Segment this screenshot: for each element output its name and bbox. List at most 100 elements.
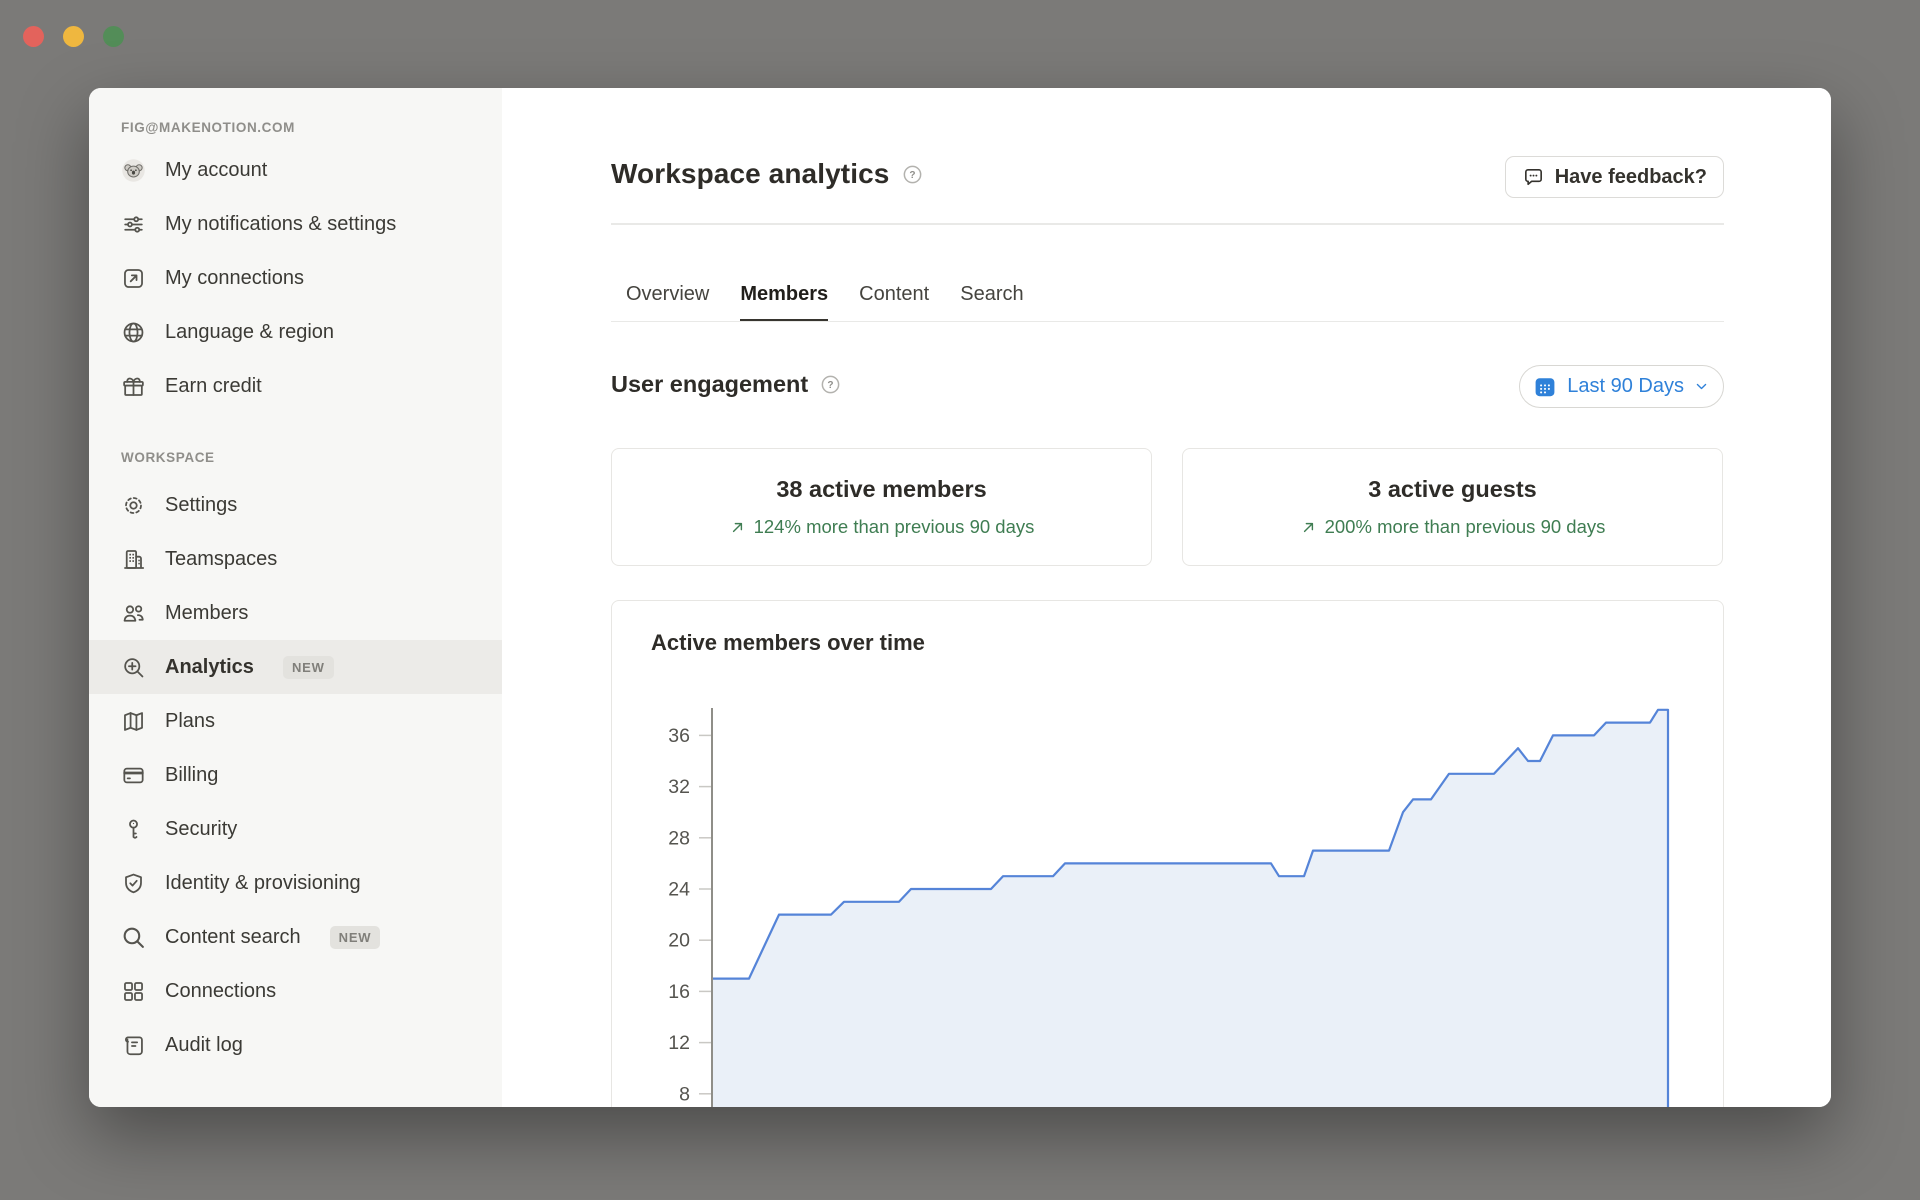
key-icon	[121, 817, 146, 842]
chevron-down-icon	[1694, 379, 1709, 394]
sidebar-item-label: Plans	[165, 704, 215, 739]
stat-trend: 124% more than previous 90 days	[729, 516, 1035, 538]
sidebar-item-security[interactable]: Security	[89, 802, 502, 856]
feedback-label: Have feedback?	[1555, 166, 1707, 189]
calendar-icon	[1533, 375, 1557, 399]
grid-icon	[121, 979, 146, 1004]
sidebar-item-label: Billing	[165, 758, 218, 793]
page-title: Workspace analytics	[611, 158, 889, 190]
sidebar-item-members[interactable]: Members	[89, 586, 502, 640]
new-badge: NEW	[283, 656, 334, 679]
speech-bubble-icon	[1522, 166, 1545, 189]
close-window-button[interactable]	[23, 26, 44, 47]
svg-text:20: 20	[668, 930, 690, 952]
help-icon[interactable]: ?	[820, 374, 841, 395]
building-icon	[121, 547, 146, 572]
arrow-up-right-icon	[1300, 519, 1317, 536]
tab-search[interactable]: Search	[960, 274, 1023, 322]
svg-text:24: 24	[668, 879, 690, 901]
desktop-background: FIG@MAKENOTION.COM My account My notifica…	[0, 0, 1920, 1200]
shield-check-icon	[121, 871, 146, 896]
magnifier-icon	[121, 925, 146, 950]
avatar	[121, 158, 146, 183]
help-icon[interactable]: ?	[902, 164, 923, 185]
sidebar-item-label: Content search	[165, 920, 301, 955]
gear-icon	[121, 493, 146, 518]
sidebar-item-label: Language & region	[165, 315, 334, 350]
date-range-label: Last 90 Days	[1567, 375, 1684, 398]
question-circle-icon: ?	[902, 164, 923, 185]
sidebar-item-label: My notifications & settings	[165, 207, 396, 242]
tabs-divider	[611, 321, 1724, 323]
tab-overview[interactable]: Overview	[626, 274, 709, 322]
svg-text:36: 36	[668, 725, 690, 747]
gift-icon	[121, 374, 146, 399]
sidebar-item-billing[interactable]: Billing	[89, 748, 502, 802]
section-title: User engagement	[611, 371, 808, 398]
sidebar-item-label: Identity & provisioning	[165, 866, 361, 901]
sidebar-item-analytics[interactable]: Analytics NEW	[89, 640, 502, 694]
settings-sidebar: FIG@MAKENOTION.COM My account My notifica…	[89, 88, 502, 1107]
sidebar-item-label: Members	[165, 596, 248, 631]
svg-text:28: 28	[668, 827, 690, 849]
sidebar-item-teamspaces[interactable]: Teamspaces	[89, 532, 502, 586]
sidebar-item-audit-log[interactable]: Audit log	[89, 1018, 502, 1072]
new-badge: NEW	[330, 926, 381, 949]
credit-card-icon	[121, 763, 146, 788]
svg-text:16: 16	[668, 981, 690, 1003]
header-divider	[611, 223, 1724, 225]
sidebar-item-my-notifications-settings[interactable]: My notifications & settings	[89, 197, 502, 251]
sidebar-item-content-search[interactable]: Content search NEW	[89, 910, 502, 964]
arrow-up-right-box-icon	[121, 266, 146, 291]
sidebar-item-label: My connections	[165, 261, 304, 296]
stat-cards: 38 active members 124% more than previous…	[611, 448, 1723, 566]
tab-members[interactable]: Members	[740, 274, 828, 322]
stat-card: 3 active guests 200% more than previous 9…	[1182, 448, 1723, 566]
stat-headline: 3 active guests	[1368, 476, 1537, 503]
minimize-window-button[interactable]	[63, 26, 84, 47]
zoom-window-button[interactable]	[103, 26, 124, 47]
date-range-filter[interactable]: Last 90 Days	[1519, 365, 1724, 408]
sidebar-item-label: Security	[165, 812, 237, 847]
svg-text:12: 12	[668, 1032, 690, 1054]
analytics-main: Workspace analytics ? Have feedback? Ove…	[502, 88, 1831, 1107]
globe-icon	[121, 320, 146, 345]
svg-text:?: ?	[910, 170, 916, 181]
stat-trend-label: 200% more than previous 90 days	[1325, 516, 1606, 538]
scroll-icon	[121, 1033, 146, 1058]
sidebar-item-connections[interactable]: Connections	[89, 964, 502, 1018]
sidebar-item-label: My account	[165, 153, 267, 188]
sidebar-item-settings[interactable]: Settings	[89, 478, 502, 532]
sidebar-item-label: Analytics	[165, 650, 254, 685]
account-email-label: FIG@MAKENOTION.COM	[121, 120, 502, 135]
speech-bubble-icon	[1522, 166, 1545, 189]
workspace-section-label: WORKSPACE	[121, 450, 502, 465]
svg-text:32: 32	[668, 776, 690, 798]
question-circle-icon: ?	[820, 374, 841, 395]
account-nav: My account My notifications & settings My …	[89, 143, 502, 413]
sidebar-item-my-connections[interactable]: My connections	[89, 251, 502, 305]
chart-title: Active members over time	[651, 630, 925, 656]
arrow-up-right-icon	[729, 519, 746, 536]
sidebar-item-plans[interactable]: Plans	[89, 694, 502, 748]
sidebar-item-language-region[interactable]: Language & region	[89, 305, 502, 359]
sidebar-item-my-account[interactable]: My account	[89, 143, 502, 197]
engagement-header: User engagement ?	[611, 371, 841, 398]
stat-trend-label: 124% more than previous 90 days	[754, 516, 1035, 538]
sidebar-item-label: Settings	[165, 488, 237, 523]
calendar-icon	[1533, 375, 1557, 399]
have-feedback-button[interactable]: Have feedback?	[1505, 156, 1724, 198]
chart-card: Active members over time 36 32 28 24 20 16 12 8	[611, 600, 1724, 1107]
sidebar-item-label: Connections	[165, 974, 276, 1009]
stat-headline: 38 active members	[776, 476, 986, 503]
sliders-icon	[121, 212, 146, 237]
tab-content[interactable]: Content	[859, 274, 929, 322]
sidebar-item-earn-credit[interactable]: Earn credit	[89, 359, 502, 413]
svg-text:8: 8	[679, 1083, 690, 1105]
traffic-lights	[23, 26, 124, 47]
notion-settings-window: FIG@MAKENOTION.COM My account My notifica…	[89, 88, 1831, 1107]
sidebar-item-identity-provisioning[interactable]: Identity & provisioning	[89, 856, 502, 910]
chart-area-fill	[712, 710, 1668, 1107]
sidebar-item-label: Audit log	[165, 1028, 243, 1063]
workspace-nav: Settings Teamspaces Members Analytics NEW Pla…	[89, 478, 502, 1072]
